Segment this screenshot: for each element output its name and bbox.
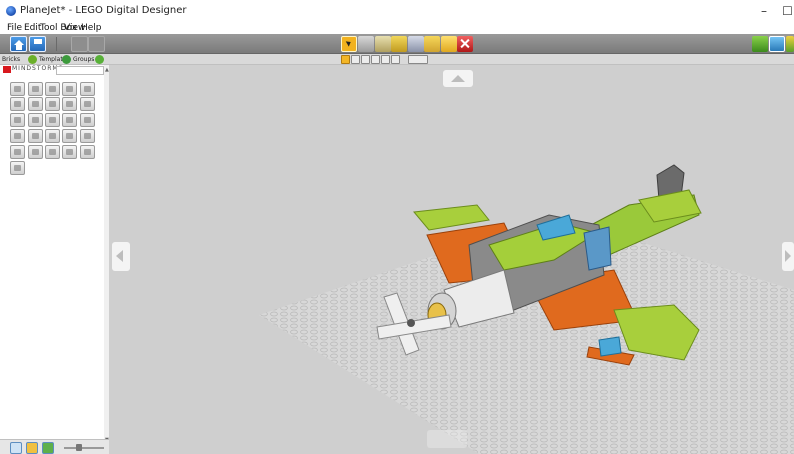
menu-help[interactable]: Help [81, 22, 102, 34]
model-scene [259, 164, 794, 454]
select-tool-icon[interactable] [341, 36, 357, 52]
brick-item[interactable] [28, 82, 43, 96]
sub-toolbar: Bricks Templates Groups [0, 54, 794, 65]
toolbar-divider [56, 37, 57, 51]
brick-item[interactable] [28, 97, 43, 111]
brick-item[interactable] [80, 129, 95, 143]
brick-item[interactable] [45, 113, 60, 127]
brick-item[interactable] [10, 129, 25, 143]
save-icon[interactable] [29, 36, 46, 52]
rotate-up-arrow[interactable] [443, 70, 473, 87]
brick-item[interactable] [80, 82, 95, 96]
brick-item[interactable] [45, 129, 60, 143]
home-icon[interactable] [10, 36, 27, 52]
build-viewport[interactable] [109, 65, 794, 454]
brick-item[interactable] [80, 97, 95, 111]
brick-palette-sidebar: MINDSTORMS ▲ ▼ [0, 65, 109, 454]
lego-app-icon [6, 6, 16, 16]
brick-item[interactable] [45, 97, 60, 111]
rotate-right-arrow[interactable] [782, 242, 794, 271]
rotate-left-arrow[interactable] [112, 242, 130, 271]
brick-search-input[interactable] [56, 66, 104, 75]
brick-item[interactable] [80, 113, 95, 127]
clone-tool-icon[interactable] [358, 36, 374, 52]
paint-tool-icon[interactable] [424, 36, 440, 52]
brick-item[interactable] [45, 82, 60, 96]
brick-item[interactable] [10, 145, 25, 159]
hinge-tool-icon[interactable] [375, 36, 391, 52]
connected-select-icon[interactable] [351, 55, 360, 64]
view-mode-icon[interactable] [769, 36, 785, 52]
lego-logo-icon [3, 66, 11, 73]
brick-item[interactable] [45, 145, 60, 159]
brick-item[interactable] [62, 82, 77, 96]
brick-item[interactable] [10, 161, 25, 175]
groups-tab-icon[interactable] [95, 55, 104, 64]
window-title: PlaneJet* - LEGO Digital Designer [20, 5, 187, 16]
build-mode-icon[interactable] [752, 36, 768, 52]
minimize-button[interactable]: – [747, 1, 781, 21]
left-wing [413, 204, 490, 231]
palette-zoom-knob[interactable] [76, 444, 82, 451]
color-select-icon[interactable] [361, 55, 370, 64]
brick-item[interactable] [62, 129, 77, 143]
rotate-down-arrow[interactable] [427, 430, 467, 448]
brick-item[interactable] [10, 97, 25, 111]
brick-item[interactable] [28, 145, 43, 159]
bricks-tab-icon[interactable] [28, 55, 37, 64]
templates-tab-icon[interactable] [62, 55, 71, 64]
group-select-icon[interactable] [408, 55, 428, 64]
brick-item[interactable] [62, 97, 77, 111]
palette-footer [0, 439, 109, 454]
side-panel [583, 226, 612, 271]
color-shape-select-icon[interactable] [381, 55, 390, 64]
delete-tool-icon[interactable] [457, 36, 473, 52]
menu-edit[interactable]: Edit [24, 22, 41, 34]
undo-icon[interactable] [71, 36, 88, 52]
theme-filter-icon[interactable] [42, 442, 54, 454]
brick-item[interactable] [28, 113, 43, 127]
palette-zoom-slider[interactable] [64, 447, 104, 449]
brick-item[interactable] [62, 113, 77, 127]
brick-item[interactable] [80, 145, 95, 159]
menu-bar: File Edit Tool Box View Help [0, 22, 794, 34]
brick-item[interactable] [10, 113, 25, 127]
menu-file[interactable]: File [7, 22, 22, 34]
propeller-hub [407, 319, 415, 327]
hide-tool-icon[interactable] [441, 36, 457, 52]
redo-icon[interactable] [88, 36, 105, 52]
tab-groups[interactable]: Groups [73, 55, 94, 64]
title-bar: PlaneJet* - LEGO Digital Designer – ☐ [0, 0, 794, 22]
maximize-button[interactable]: ☐ [781, 1, 794, 21]
brick-item[interactable] [62, 145, 77, 159]
palette-header: MINDSTORMS [3, 65, 62, 74]
main-toolbar [0, 34, 794, 54]
hinge-align-tool-icon[interactable] [391, 36, 407, 52]
flex-tool-icon[interactable] [408, 36, 424, 52]
building-guide-icon[interactable] [786, 36, 794, 52]
list-view-icon[interactable] [10, 442, 22, 454]
brick-item[interactable] [10, 82, 25, 96]
color-filter-icon[interactable] [26, 442, 38, 454]
wheel-block [598, 336, 622, 357]
brick-item[interactable] [28, 129, 43, 143]
invert-select-icon[interactable] [391, 55, 400, 64]
single-select-icon[interactable] [341, 55, 350, 64]
shape-select-icon[interactable] [371, 55, 380, 64]
tab-bricks[interactable]: Bricks [2, 55, 20, 64]
